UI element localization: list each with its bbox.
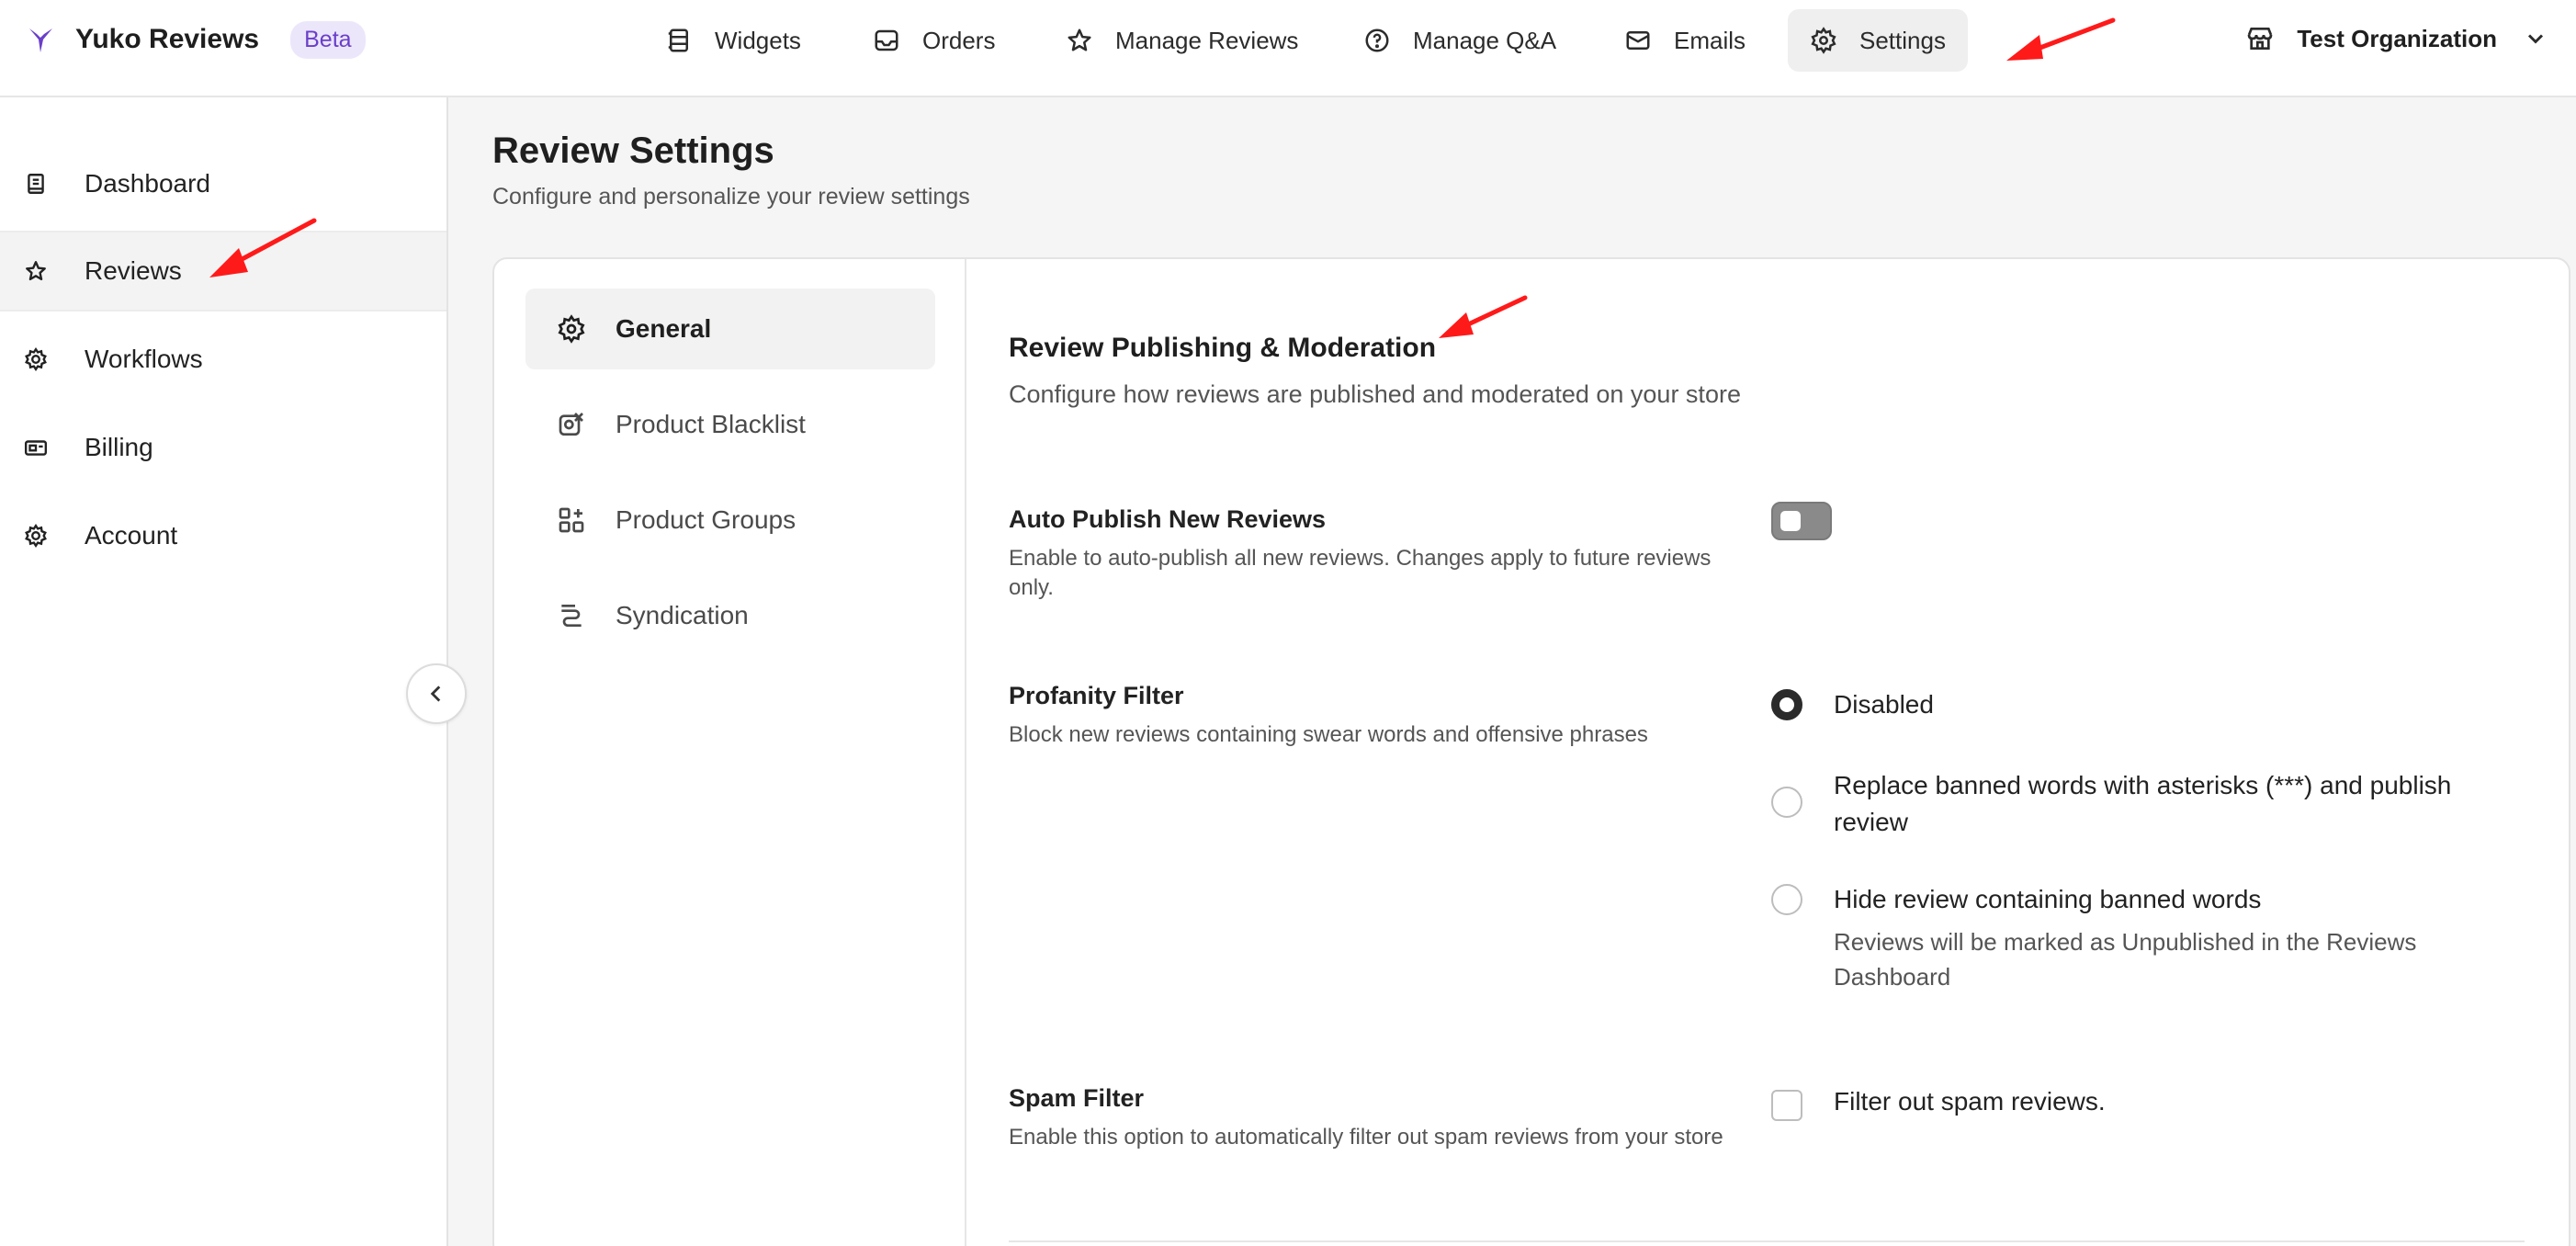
tab-general[interactable]: General [525,289,935,369]
divider [1009,1240,2525,1242]
tab-product-groups[interactable]: Product Groups [525,480,935,561]
sidebar-item-label: Dashboard [85,169,210,198]
gear-icon [1811,27,1836,54]
spam-filter-checkbox-label[interactable]: Filter out spam reviews. [1834,1087,2106,1116]
radio-button[interactable] [1771,884,1802,915]
org-name: Test Organization [2297,24,2497,52]
annotation-arrow [209,218,317,278]
tab-label: General [616,314,712,343]
chevron-left-icon [430,685,441,702]
tab-label: Product Groups [616,505,797,534]
top-bar: Yuko Reviews Beta Widgets Orders Manage … [0,0,2576,97]
radio-label: Replace banned words with asterisks (***… [1834,771,2452,836]
nav-manage-reviews[interactable]: Manage Reviews [1044,9,1320,72]
spam-filter-label: Spam Filter [1009,1084,1145,1112]
syndication-icon [561,605,582,627]
gear-icon [558,314,585,344]
store-icon [2248,28,2273,50]
org-switcher[interactable]: Test Organization [2245,18,2548,59]
auto-publish-toggle[interactable] [1771,502,1832,540]
book-icon [28,174,44,194]
profanity-option-hide[interactable]: Hide review containing banned words [1771,884,2514,918]
nav-orders[interactable]: Orders [851,9,1017,72]
profanity-option-asterisks[interactable]: Replace banned words with asterisks (***… [1771,770,2514,841]
nav-label: Manage Reviews [1115,26,1299,54]
tab-product-blacklist[interactable]: Product Blacklist [525,384,935,465]
nav-label: Settings [1859,26,1946,54]
widgets-icon [668,28,688,52]
sidebar-item-label: Reviews [85,256,182,285]
groups-icon [559,507,584,533]
chevron-down-icon [2527,34,2544,44]
profanity-option-disabled[interactable]: Disabled [1771,689,2514,723]
nav-settings[interactable]: Settings [1788,9,1968,72]
radio-label: Hide review containing banned words [1834,885,2262,913]
star-icon [1068,28,1091,51]
section-description: Configure how reviews are published and … [1009,380,1741,408]
annotation-arrow [1439,295,1528,338]
nav-widgets[interactable]: Widgets [643,9,823,72]
spam-filter-description: Enable this option to automatically filt… [1009,1125,1723,1150]
annotation-arrow [2006,17,2116,61]
profanity-filter-label: Profanity Filter [1009,682,1184,709]
tab-label: Product Blacklist [616,410,806,438]
inbox-icon [875,29,898,51]
tab-label: Syndication [616,601,749,629]
sidebar-item-label: Workflows [85,345,203,373]
nav-label: Manage Q&A [1413,26,1557,54]
star-icon [26,261,46,281]
nav-label: Orders [922,26,996,54]
mail-icon [1626,31,1650,50]
toggle-knob [1780,511,1801,531]
sidebar-item-workflows[interactable]: Workflows [0,319,446,400]
general-settings-content: Review Publishing & Moderation Configure… [1009,259,2561,1246]
sidebar-item-billing[interactable]: Billing [0,407,446,488]
radio-button[interactable] [1771,689,1802,720]
nav-label: Emails [1674,26,1746,54]
page-title: Review Settings [492,130,774,171]
settings-card: General Product Blacklist Product Groups… [492,257,2570,1246]
profanity-filter-description: Block new reviews containing swear words… [1009,722,1648,747]
hide-option-help: Reviews will be marked as Unpublished in… [1834,928,2417,991]
question-circle-icon [1365,28,1389,52]
billing-icon [24,440,48,456]
radio-button[interactable] [1771,787,1802,818]
auto-publish-label: Auto Publish New Reviews [1009,505,1327,533]
auto-publish-description: Enable to auto-publish all new reviews. … [1009,546,1712,600]
nav-emails[interactable]: Emails [1602,9,1768,72]
collapse-sidebar-button[interactable] [406,663,467,724]
sidebar-item-label: Account [85,521,178,549]
sidebar-item-label: Billing [85,433,153,461]
tab-syndication[interactable]: Syndication [525,575,935,656]
nav-label: Widgets [715,26,801,54]
nav-manage-qa[interactable]: Manage Q&A [1341,9,1578,72]
sidebar-item-dashboard[interactable]: Dashboard [0,143,446,224]
settings-nav: General Product Blacklist Product Groups… [494,259,966,1246]
sidebar-item-account[interactable]: Account [0,495,446,576]
radio-label: Disabled [1834,690,1934,719]
gear-icon [25,524,47,548]
section-title: Review Publishing & Moderation [1009,333,1437,363]
cog-icon [25,347,47,371]
top-nav: Widgets Orders Manage Reviews Manage Q&A… [0,0,2576,77]
page-subtitle: Configure and personalize your review se… [492,184,970,210]
blacklist-icon [559,413,583,436]
spam-filter-checkbox[interactable] [1771,1090,1802,1121]
